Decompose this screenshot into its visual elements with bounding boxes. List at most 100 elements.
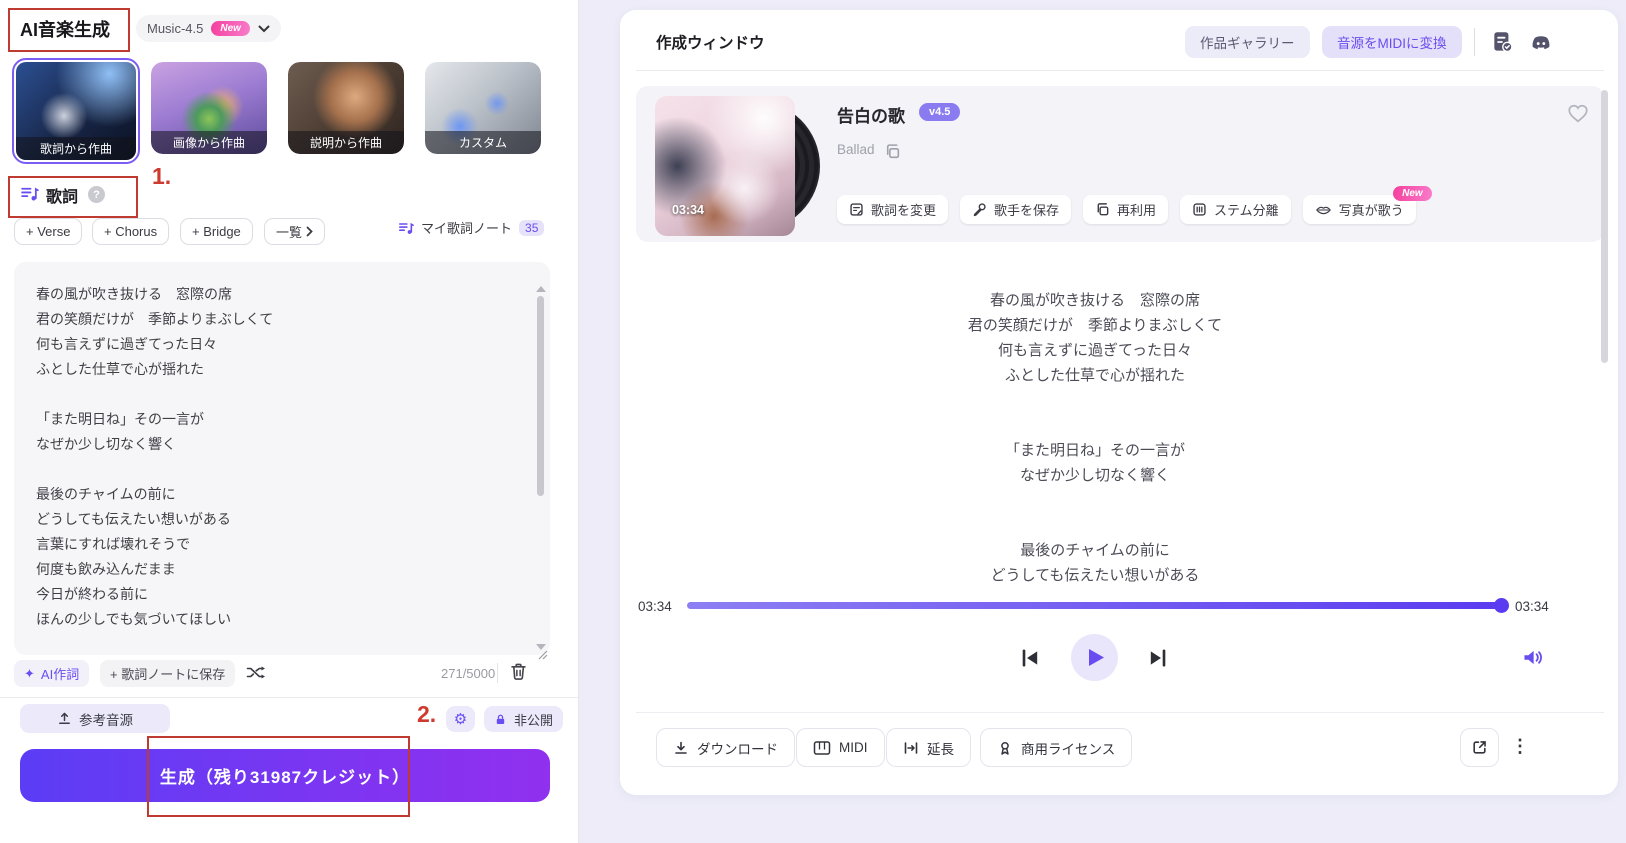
mode-label: 画像から作曲 <box>151 131 267 154</box>
settings-button[interactable]: ⚙ <box>446 706 475 732</box>
trash-icon[interactable] <box>508 661 529 682</box>
progress-handle[interactable] <box>1494 598 1509 613</box>
download-label: ダウンロード <box>697 741 778 757</box>
stems-icon <box>1193 203 1206 216</box>
lyrics-section-title: 歌詞 <box>46 189 79 206</box>
kebab-icon: ⋮ <box>1511 736 1529 756</box>
mode-label: カスタム <box>425 131 541 154</box>
chevron-down-icon <box>258 25 270 32</box>
divider <box>636 70 1604 71</box>
volume-icon[interactable] <box>1521 646 1544 669</box>
ai-write-label: AI作詞 <box>40 667 80 682</box>
divider <box>636 712 1604 713</box>
mode-label: 説明から作曲 <box>288 131 404 154</box>
reference-audio-label: 参考音源 <box>79 712 133 728</box>
mode-thumb-image: 画像から作曲 <box>151 62 267 154</box>
ai-write-button[interactable]: ✦ AI作詞 <box>14 660 90 687</box>
structure-list-label: 一覧 <box>276 225 303 240</box>
reference-audio-button[interactable]: 参考音源 <box>20 704 170 733</box>
microphone-icon <box>973 203 986 217</box>
extend-button[interactable]: 延長 <box>886 728 971 767</box>
panel-scrollbar[interactable] <box>1601 90 1608 363</box>
add-chorus-button[interactable]: + Chorus <box>92 218 170 245</box>
midi-convert-button[interactable]: 音源をMIDIに変換 <box>1322 26 1462 58</box>
mode-thumb-custom: カスタム <box>425 62 541 154</box>
model-name: Music-4.5 <box>147 21 204 36</box>
reuse-button[interactable]: 再利用 <box>1083 195 1169 224</box>
lyric-line: 君の笑顔だけが 季節よりまぶしくて <box>967 317 1223 334</box>
song-title: 告白の歌 <box>837 107 905 126</box>
lock-icon <box>496 714 505 724</box>
gallery-button[interactable]: 作品ギャラリー <box>1185 26 1310 58</box>
song-action-row: 歌詞を変更 歌手を保存 再利用 ステム分離 写真が歌う New <box>837 186 1432 224</box>
lyric-line: どうしても伝えたい想いがある <box>990 567 1200 584</box>
divider <box>0 697 578 698</box>
progress-bar[interactable] <box>687 602 1505 609</box>
lyric-line: 「また明日ね」その一言が <box>1004 442 1185 459</box>
char-counter: 271/5000 <box>441 666 496 681</box>
save-to-notes-button[interactable]: + 歌詞ノートに保存 <box>100 660 236 687</box>
note-icon <box>398 222 414 234</box>
mode-card-custom[interactable]: カスタム <box>425 62 541 154</box>
help-icon[interactable]: ? <box>88 186 105 203</box>
license-ribbon-icon <box>1001 741 1009 755</box>
midi-label: MIDI <box>839 740 868 755</box>
download-button[interactable]: ダウンロード <box>656 728 795 767</box>
change-lyrics-label: 歌詞を変更 <box>871 203 937 218</box>
my-lyrics-notes-label: マイ歌詞ノート <box>421 221 513 236</box>
open-external-button[interactable] <box>1460 728 1499 767</box>
generate-button[interactable]: 生成（残り31987クレジット） <box>20 749 550 802</box>
midi-button[interactable]: MIDI <box>796 728 885 767</box>
commercial-license-button[interactable]: 商用ライセンス <box>980 728 1133 767</box>
shuffle-icon[interactable] <box>246 664 266 681</box>
commercial-license-label: 商用ライセンス <box>1021 741 1116 757</box>
save-singer-button[interactable]: 歌手を保存 <box>960 195 1072 224</box>
privacy-label: 非公開 <box>514 712 554 728</box>
chevron-right-icon <box>306 226 313 237</box>
play-button[interactable] <box>1071 634 1118 681</box>
annotation-step-2: 2. <box>417 701 437 727</box>
resize-grip-icon[interactable] <box>538 650 548 660</box>
model-selector[interactable]: Music-4.5 New <box>136 15 281 42</box>
structure-list-button[interactable]: 一覧 <box>264 218 326 245</box>
lyric-line: 春の風が吹き抜ける 窓際の席 <box>989 292 1200 309</box>
skip-back-icon[interactable] <box>1018 646 1042 670</box>
song-genre: Ballad <box>837 142 875 157</box>
external-link-icon <box>1473 741 1486 754</box>
discord-icon[interactable] <box>1528 31 1554 57</box>
add-verse-button[interactable]: + Verse <box>14 218 83 245</box>
task-list-icon[interactable] <box>1490 29 1516 55</box>
play-icon <box>1089 649 1104 666</box>
mode-card-image[interactable]: 画像から作曲 <box>151 62 267 154</box>
lips-icon <box>1315 206 1331 214</box>
mode-card-description[interactable]: 説明から作曲 <box>288 62 404 154</box>
stem-separation-button[interactable]: ステム分離 <box>1180 195 1291 224</box>
skip-forward-icon[interactable] <box>1146 646 1170 670</box>
page-title: AI音楽生成 <box>20 20 110 40</box>
my-lyrics-notes-button[interactable]: マイ歌詞ノート 35 <box>398 218 545 237</box>
photo-sings-label: 写真が歌う <box>1338 203 1404 218</box>
lyrics-input[interactable]: 春の風が吹き抜ける 窓際の席 君の笑顔だけが 季節よりまぶしくて 何も言えずに過… <box>14 262 550 655</box>
privacy-button[interactable]: 非公開 <box>484 706 564 732</box>
version-badge: v4.5 <box>919 103 961 121</box>
textarea-scrollbar[interactable] <box>537 296 544 496</box>
lyrics-stanza-2: 「また明日ね」その一言が なぜか少し切なく響く <box>655 438 1535 488</box>
divider <box>497 663 498 683</box>
copy-genre-icon[interactable] <box>884 143 901 160</box>
mode-thumb-lyrics: 歌詞から作曲 <box>16 62 136 160</box>
mode-card-lyrics[interactable]: 歌詞から作曲 <box>12 58 140 164</box>
change-lyrics-button[interactable]: 歌詞を変更 <box>837 195 949 224</box>
gear-icon: ⚙ <box>453 711 468 728</box>
add-bridge-button[interactable]: + Bridge <box>180 218 253 245</box>
extend-icon <box>904 741 918 754</box>
edit-document-icon <box>850 203 863 216</box>
more-options-button[interactable]: ⋮ <box>1505 728 1535 765</box>
photo-sings-new-badge: New <box>1393 186 1432 201</box>
photo-sings-button[interactable]: 写真が歌う New <box>1302 186 1432 224</box>
favorite-heart-icon[interactable] <box>1566 101 1590 125</box>
lyrics-stanza-1: 春の風が吹き抜ける 窓際の席 君の笑顔だけが 季節よりまぶしくて 何も言えずに過… <box>655 288 1535 388</box>
sparkle-icon: ✦ <box>24 665 35 681</box>
scroll-up-arrow[interactable] <box>536 286 546 292</box>
total-time: 03:34 <box>1515 599 1549 614</box>
annotation-step-1: 1. <box>152 163 172 189</box>
